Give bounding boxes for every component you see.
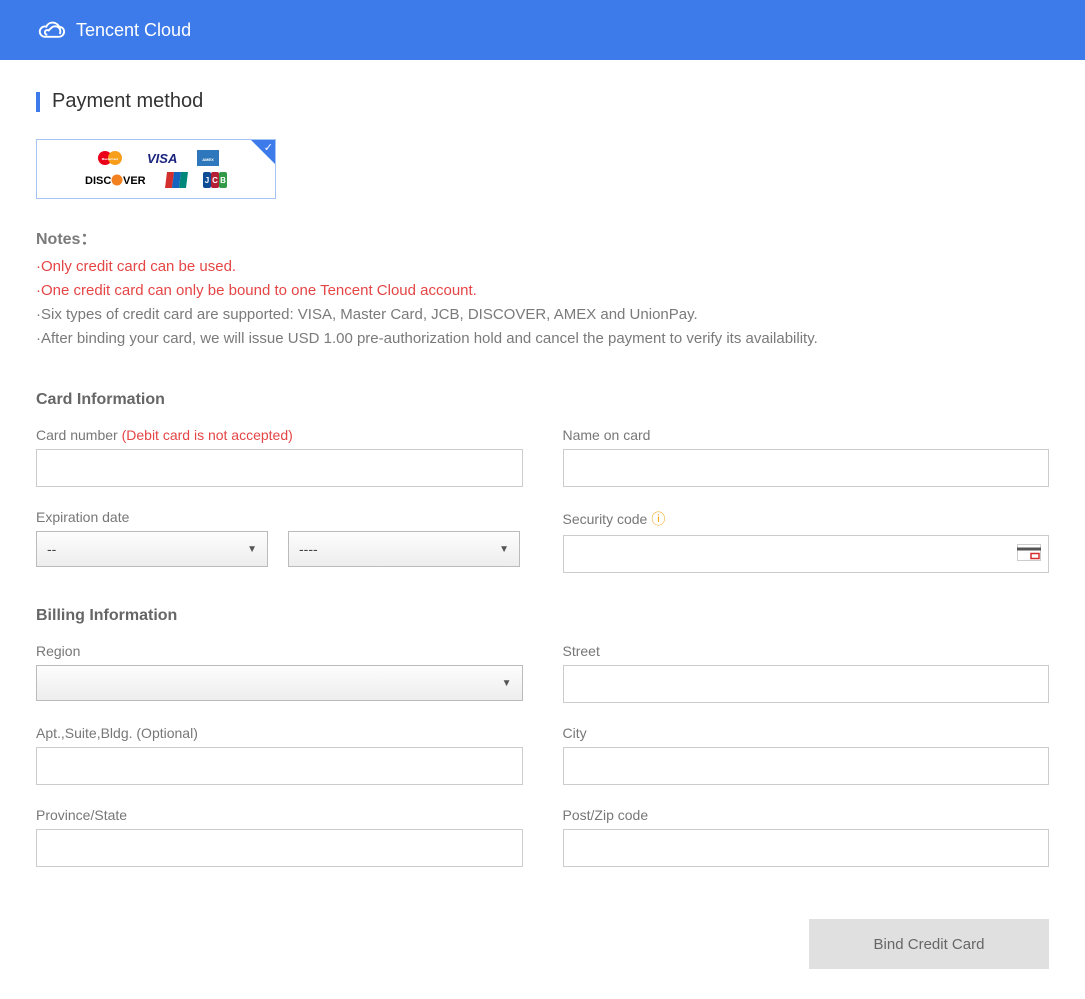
- expiration-year-select[interactable]: ---- ▼: [288, 531, 520, 567]
- cloud-icon: [36, 18, 66, 42]
- jcb-icon: JCB: [203, 172, 227, 188]
- note-line: ·Only credit card can be used.: [36, 255, 1049, 279]
- note-line: ·Six types of credit card are supported:…: [36, 303, 1049, 327]
- amex-icon: AMEX: [197, 150, 219, 166]
- brand-name: Tencent Cloud: [76, 20, 191, 41]
- chevron-down-icon: ▼: [499, 544, 509, 555]
- card-number-input[interactable]: [36, 449, 523, 487]
- card-number-warning: (Debit card is not accepted): [122, 427, 293, 443]
- notes-block: Notes： ·Only credit card can be used. ·O…: [36, 225, 1049, 351]
- note-line: ·After binding your card, we will issue …: [36, 327, 1049, 351]
- mastercard-icon: MasterCard: [93, 150, 131, 166]
- expiration-month-select[interactable]: -- ▼: [36, 531, 268, 567]
- bind-credit-card-button[interactable]: Bind Credit Card: [809, 919, 1049, 969]
- zip-label: Post/Zip code: [563, 807, 1050, 823]
- svg-text:MasterCard: MasterCard: [102, 157, 119, 161]
- province-label: Province/State: [36, 807, 523, 823]
- city-label: City: [563, 725, 1050, 741]
- svg-text:B: B: [220, 176, 226, 185]
- expiration-label: Expiration date: [36, 509, 523, 525]
- payment-method-card-option[interactable]: ✓ MasterCard VISA AMEX DISC VER JCB: [36, 139, 276, 199]
- card-number-label: Card number (Debit card is not accepted): [36, 427, 523, 443]
- notes-heading: Notes：: [36, 225, 1049, 249]
- cvv-card-icon: [1017, 545, 1041, 564]
- svg-text:VER: VER: [123, 175, 146, 187]
- security-code-label: Security codeⓘ: [563, 509, 1050, 529]
- discover-icon: DISC VER: [85, 173, 151, 187]
- title-accent-bar: [36, 92, 40, 112]
- region-label: Region: [36, 643, 523, 659]
- apt-label: Apt.,Suite,Bldg. (Optional): [36, 725, 523, 741]
- name-on-card-input[interactable]: [563, 449, 1050, 487]
- chevron-down-icon: ▼: [502, 678, 512, 689]
- zip-input[interactable]: [563, 829, 1050, 867]
- unionpay-icon: [165, 172, 189, 188]
- brand-logo: Tencent Cloud: [36, 18, 191, 42]
- chevron-down-icon: ▼: [247, 544, 257, 555]
- name-on-card-label: Name on card: [563, 427, 1050, 443]
- street-label: Street: [563, 643, 1050, 659]
- check-icon: ✓: [264, 141, 273, 154]
- page-title-block: Payment method: [36, 90, 1049, 113]
- expiration-month-value: --: [47, 541, 56, 557]
- help-icon[interactable]: ⓘ: [651, 511, 665, 527]
- apt-input[interactable]: [36, 747, 523, 785]
- svg-text:J: J: [205, 176, 209, 185]
- security-code-input[interactable]: [563, 535, 1050, 573]
- card-info-heading: Card Information: [36, 391, 1049, 409]
- security-code-label-text: Security code: [563, 511, 648, 527]
- region-select[interactable]: ▼: [36, 665, 523, 701]
- card-number-label-text: Card number: [36, 427, 122, 443]
- svg-text:DISC: DISC: [85, 175, 111, 187]
- page-title: Payment method: [52, 90, 203, 113]
- note-line: ·One credit card can only be bound to on…: [36, 279, 1049, 303]
- expiration-year-value: ----: [299, 541, 318, 557]
- svg-text:AMEX: AMEX: [202, 157, 214, 162]
- province-input[interactable]: [36, 829, 523, 867]
- city-input[interactable]: [563, 747, 1050, 785]
- svg-text:C: C: [212, 176, 218, 185]
- app-header: Tencent Cloud: [0, 0, 1085, 60]
- visa-icon: VISA: [145, 151, 183, 165]
- billing-info-heading: Billing Information: [36, 607, 1049, 625]
- svg-text:VISA: VISA: [147, 151, 177, 165]
- street-input[interactable]: [563, 665, 1050, 703]
